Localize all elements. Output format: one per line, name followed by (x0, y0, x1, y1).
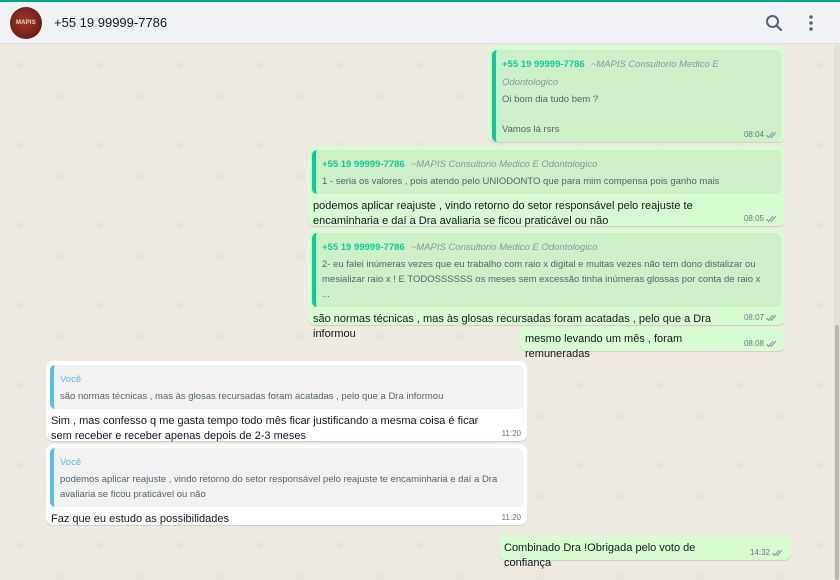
search-icon[interactable] (763, 12, 785, 34)
contact-name[interactable]: +55 19 99999-7786 (54, 15, 167, 30)
quote-text: podemos aplicar reajuste , vindo retorno… (60, 474, 498, 500)
chat-header: MAPIS +55 19 99999-7786 (0, 2, 840, 44)
message-meta: 08:05 (744, 214, 779, 223)
quote-text: são normas técnicas , mas às glosas recu… (60, 391, 444, 402)
message-meta: 08:04 (744, 130, 779, 139)
double-check-icon (766, 314, 777, 321)
message-time: 14:32 (749, 548, 770, 557)
message-time: 11:20 (501, 513, 521, 522)
message-bubble[interactable]: mesmo levando um mês , foram remuneradas… (520, 327, 785, 360)
quote-text: Oi bom dia tudo bem ? Vamos lá rsrs (502, 94, 599, 135)
message-meta: 08:07 (744, 313, 779, 322)
double-check-icon (772, 549, 783, 556)
quoted-message[interactable]: +55 19 99999-7786 ~MAPIS Consultorio Medi… (312, 233, 781, 307)
message-text: Sim , mas confesso q me gasta tempo todo… (51, 415, 479, 442)
quote-sender-name: ~MAPIS Consultorio Medico E Odontologico (410, 159, 598, 170)
double-check-icon (766, 340, 777, 347)
quoted-message[interactable]: Você são normas técnicas , mas às glosas… (50, 365, 523, 409)
message-bubble[interactable]: Combinado Dra !Obrigada pelo voto de con… (499, 535, 791, 569)
quote-author: +55 19 99999-7786 (502, 59, 585, 70)
double-check-icon (766, 215, 777, 222)
message-meta: 11:20 (502, 513, 521, 522)
message-text: mesmo levando um mês , foram remuneradas (525, 333, 683, 360)
scrollbar-thumb[interactable] (835, 325, 839, 580)
quote-text: 2- eu falei inúmeras vezes que eu trabal… (322, 259, 761, 300)
message-time: 08:07 (743, 313, 764, 322)
message-bubble[interactable]: +55 19 99999-7786 ~MAPIS Consultorio Medi… (488, 46, 785, 160)
quote-text: 1 - seria os valores , pois atendo pelo … (322, 176, 720, 187)
quoted-message[interactable]: Você podemos aplicar reajuste , vindo re… (50, 448, 523, 507)
quote-author: Você (60, 457, 82, 468)
message-text: Combinado Dra !Obrigada pelo voto de con… (504, 542, 696, 569)
message-bubble[interactable]: +55 19 99999-7786 ~MAPIS Consultorio Medi… (308, 146, 785, 227)
message-meta: 11:20 (502, 429, 521, 438)
message-time: 08:04 (743, 130, 764, 139)
message-meta: 08:08 (744, 339, 779, 348)
message-meta: 14:32 (750, 548, 785, 557)
avatar[interactable]: MAPIS (10, 7, 42, 39)
message-time: 08:08 (743, 339, 764, 348)
message-bubble[interactable]: Você são normas técnicas , mas às glosas… (46, 361, 527, 442)
quote-sender-name: ~MAPIS Consultorio Medico E Odontologico (410, 242, 598, 253)
message-time: 11:20 (501, 429, 521, 438)
double-check-icon (766, 131, 777, 138)
message-time: 08:05 (743, 214, 764, 223)
quote-author: +55 19 99999-7786 (322, 242, 405, 253)
message-text: podemos aplicar reajuste , vindo retorno… (313, 200, 693, 227)
quote-author: +55 19 99999-7786 (322, 159, 405, 170)
message-text: Faz que eu estudo as possibilidades (51, 513, 229, 525)
message-bubble[interactable]: Você podemos aplicar reajuste , vindo re… (46, 444, 527, 525)
more-vertical-icon[interactable] (800, 12, 822, 34)
quoted-message[interactable]: +55 19 99999-7786 ~MAPIS Consultorio Medi… (492, 50, 781, 142)
message-bubble[interactable]: +55 19 99999-7786 ~MAPIS Consultorio Medi… (308, 229, 785, 340)
quote-author: Você (60, 374, 82, 385)
quoted-message[interactable]: +55 19 99999-7786 ~MAPIS Consultorio Medi… (312, 150, 781, 194)
avatar-logo-text: MAPIS (15, 20, 36, 26)
